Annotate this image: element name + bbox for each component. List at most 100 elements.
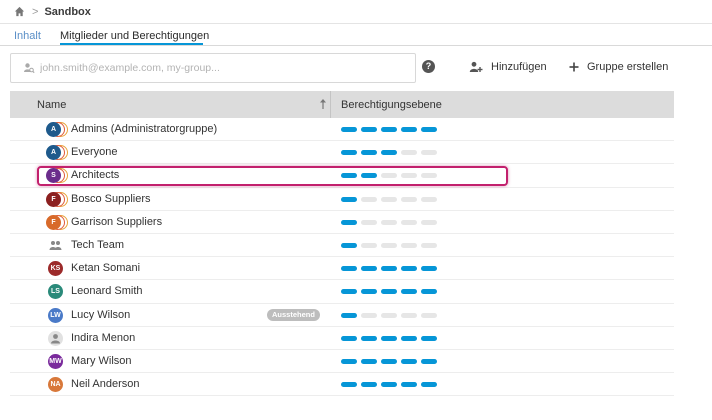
member-name: Lucy Wilson — [71, 308, 131, 321]
permission-segment[interactable] — [381, 219, 397, 225]
table-row[interactable]: A Everyone — [10, 141, 674, 165]
table-row[interactable]: KS Ketan Somani — [10, 257, 674, 281]
permission-level-control[interactable] — [341, 312, 437, 318]
table-row[interactable]: MW Mary Wilson — [10, 350, 674, 374]
add-member-button[interactable]: Hinzufügen — [469, 59, 547, 75]
table-row[interactable]: Indira Menon — [10, 327, 674, 350]
permission-segment[interactable] — [401, 219, 417, 225]
permission-level-control[interactable] — [341, 242, 437, 248]
permission-level-control[interactable] — [341, 266, 437, 272]
create-group-button[interactable]: Gruppe erstellen — [569, 59, 668, 75]
permission-segment[interactable] — [401, 335, 417, 341]
permission-segment[interactable] — [361, 335, 377, 341]
permission-segment[interactable] — [361, 382, 377, 388]
permission-segment[interactable] — [401, 289, 417, 295]
table-header: Name Berechtigungsebene — [10, 91, 674, 118]
permission-segment[interactable] — [361, 289, 377, 295]
help-icon[interactable]: ? — [422, 60, 435, 73]
permission-segment[interactable] — [361, 173, 377, 179]
permission-segment[interactable] — [341, 242, 357, 248]
permission-segment[interactable] — [401, 358, 417, 364]
sort-ascending-icon[interactable] — [319, 98, 327, 110]
permission-segment[interactable] — [341, 173, 357, 179]
column-divider[interactable] — [330, 91, 331, 118]
permission-segment[interactable] — [381, 127, 397, 132]
table-row[interactable]: F Garrison Suppliers — [10, 211, 674, 234]
permission-segment[interactable] — [361, 219, 377, 225]
permission-level-control[interactable] — [341, 289, 437, 295]
permission-segment[interactable] — [341, 196, 357, 202]
permission-segment[interactable] — [421, 173, 437, 179]
permission-segment[interactable] — [341, 127, 357, 132]
permission-segment[interactable] — [401, 196, 417, 202]
permission-segment[interactable] — [401, 150, 417, 156]
permission-segment[interactable] — [421, 242, 437, 248]
column-header-name[interactable]: Name — [37, 99, 66, 111]
permission-segment[interactable] — [361, 266, 377, 272]
permission-level-control[interactable] — [341, 127, 437, 132]
permission-segment[interactable] — [421, 150, 437, 156]
table-row[interactable]: LW Lucy Wilson Ausstehend — [10, 304, 674, 327]
permission-segment[interactable] — [341, 289, 357, 295]
permission-segment[interactable] — [341, 312, 357, 318]
permission-segment[interactable] — [381, 312, 397, 318]
permission-level-control[interactable] — [341, 219, 437, 225]
permission-segment[interactable] — [421, 289, 437, 295]
permission-segment[interactable] — [421, 312, 437, 318]
permission-segment[interactable] — [361, 242, 377, 248]
permission-segment[interactable] — [341, 150, 357, 156]
table-row[interactable]: Tech Team — [10, 234, 674, 258]
table-row[interactable]: LS Leonard Smith — [10, 280, 674, 304]
permission-segment[interactable] — [341, 219, 357, 225]
permission-segment[interactable] — [381, 335, 397, 341]
permission-segment[interactable] — [421, 127, 437, 132]
permission-level-control[interactable] — [341, 196, 437, 202]
column-header-permission: Berechtigungsebene — [341, 99, 442, 111]
permission-segment[interactable] — [401, 266, 417, 272]
permission-segment[interactable] — [401, 312, 417, 318]
home-icon[interactable] — [14, 6, 25, 17]
permission-segment[interactable] — [381, 266, 397, 272]
permission-segment[interactable] — [381, 382, 397, 388]
permission-segment[interactable] — [361, 127, 377, 132]
permission-level-control[interactable] — [341, 358, 437, 364]
permission-segment[interactable] — [421, 266, 437, 272]
permission-segment[interactable] — [381, 196, 397, 202]
table-row[interactable]: A Admins (Administratorgruppe) — [10, 118, 674, 142]
permission-segment[interactable] — [381, 242, 397, 248]
permission-segment[interactable] — [421, 196, 437, 202]
tab-inhalt[interactable]: Inhalt — [14, 30, 41, 42]
permission-segment[interactable] — [401, 173, 417, 179]
member-list: A Admins (Administratorgruppe) A Everyone S A… — [10, 118, 674, 397]
permission-segment[interactable] — [341, 358, 357, 364]
permission-level-control[interactable] — [341, 150, 437, 156]
permission-segment[interactable] — [401, 382, 417, 388]
permission-level-control[interactable] — [341, 335, 437, 341]
tab-members-permissions[interactable]: Mitglieder und Berechtigungen — [60, 30, 209, 42]
permission-segment[interactable] — [421, 335, 437, 341]
search-input[interactable] — [40, 62, 400, 74]
permission-segment[interactable] — [361, 312, 377, 318]
table-row[interactable]: NA Neil Anderson — [10, 373, 674, 397]
permission-segment[interactable] — [361, 358, 377, 364]
permission-segment[interactable] — [401, 127, 417, 132]
permission-segment[interactable] — [421, 219, 437, 225]
permission-segment[interactable] — [381, 358, 397, 364]
permission-level-control[interactable] — [341, 382, 437, 388]
permission-segment[interactable] — [381, 150, 397, 156]
permission-segment[interactable] — [361, 196, 377, 202]
member-name: Architects — [71, 169, 120, 182]
permission-segment[interactable] — [421, 358, 437, 364]
table-row[interactable]: F Bosco Suppliers — [10, 188, 674, 211]
permission-segment[interactable] — [421, 382, 437, 388]
permission-segment[interactable] — [381, 173, 397, 179]
search-field[interactable] — [10, 53, 416, 83]
permission-segment[interactable] — [381, 289, 397, 295]
permission-segment[interactable] — [341, 266, 357, 272]
permission-segment[interactable] — [401, 242, 417, 248]
permission-segment[interactable] — [361, 150, 377, 156]
permission-segment[interactable] — [341, 382, 357, 388]
permission-level-control[interactable] — [341, 173, 437, 179]
table-row[interactable]: S Architects — [10, 164, 674, 188]
permission-segment[interactable] — [341, 335, 357, 341]
